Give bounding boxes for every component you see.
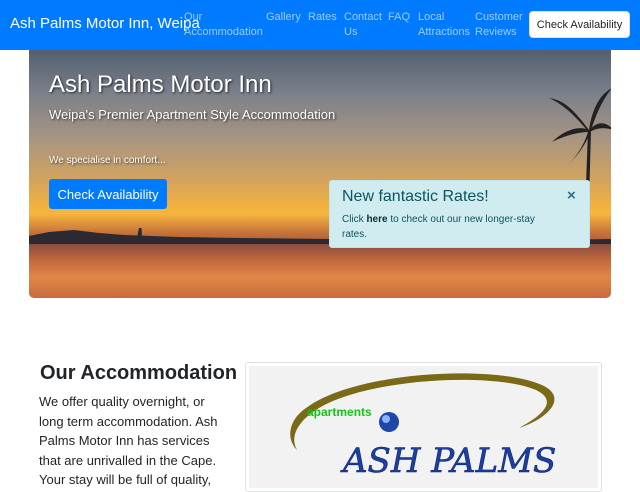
alert-here-link[interactable]: here — [366, 214, 387, 225]
navbar: Ash Palms Motor Inn, Weipa Our Accommoda… — [0, 0, 640, 50]
nav-check-availability-button[interactable]: Check Availability — [529, 11, 630, 38]
nav-item-rates[interactable]: Rates — [308, 10, 337, 25]
nav-item-label: Attractions — [418, 26, 470, 38]
logo-apartments-text: apartments — [307, 405, 372, 419]
logo-name-text: ASH PALMS — [340, 441, 556, 481]
brand-link[interactable]: Ash Palms Motor Inn, Weipa — [10, 15, 200, 32]
nav-item-label: Local — [418, 11, 445, 23]
ash-palms-logo: apartments ASH PALMS — [249, 366, 598, 488]
section-title: Our Accommodation — [40, 362, 238, 384]
nav-item-label: Our — [184, 11, 203, 23]
hero-title: Ash Palms Motor Inn — [49, 71, 272, 98]
water-reflection — [29, 244, 611, 298]
nav-item-label: Contact — [344, 11, 382, 23]
nav-item-label: FAQ — [388, 11, 411, 23]
nav-item-label: Gallery — [266, 11, 301, 23]
nav-item-label: Reviews — [475, 26, 517, 38]
alert-body: Click here to check out our new longer-s… — [342, 212, 547, 242]
rates-alert: New fantastic Rates! Click here to check… — [329, 180, 590, 248]
section-text: We offer quality overnight, or long term… — [39, 394, 218, 487]
logo-image-card: apartments ASH PALMS — [245, 362, 602, 492]
hero-check-availability-button[interactable]: Check Availability — [49, 179, 167, 209]
alert-title: New fantastic Rates! — [342, 188, 489, 205]
nav-item-faq[interactable]: FAQ — [388, 10, 410, 25]
nav-item-accommodation[interactable]: Our Accommodation — [184, 10, 263, 40]
hero-tagline: We specialise in comfort... — [49, 155, 166, 166]
nav-item-contact[interactable]: Contact Us — [344, 10, 382, 40]
close-icon[interactable]: × — [567, 187, 576, 204]
hero-banner: Ash Palms Motor Inn Weipa's Premier Apar… — [29, 50, 611, 298]
nav-item-gallery[interactable]: Gallery — [266, 10, 301, 25]
nav-item-label: Rates — [308, 11, 337, 23]
hero-subtitle: Weipa's Premier Apartment Style Accommod… — [49, 107, 336, 122]
logo-globe-icon — [379, 412, 399, 432]
alert-text-pre: Click — [342, 214, 367, 225]
nav-item-customer-reviews[interactable]: Customer Reviews — [475, 10, 523, 40]
nav-item-label: Customer — [475, 11, 523, 23]
nav-item-label: Accommodation — [184, 26, 263, 38]
nav-item-local-attractions[interactable]: Local Attractions — [418, 10, 470, 40]
nav-item-label: Us — [344, 26, 358, 38]
